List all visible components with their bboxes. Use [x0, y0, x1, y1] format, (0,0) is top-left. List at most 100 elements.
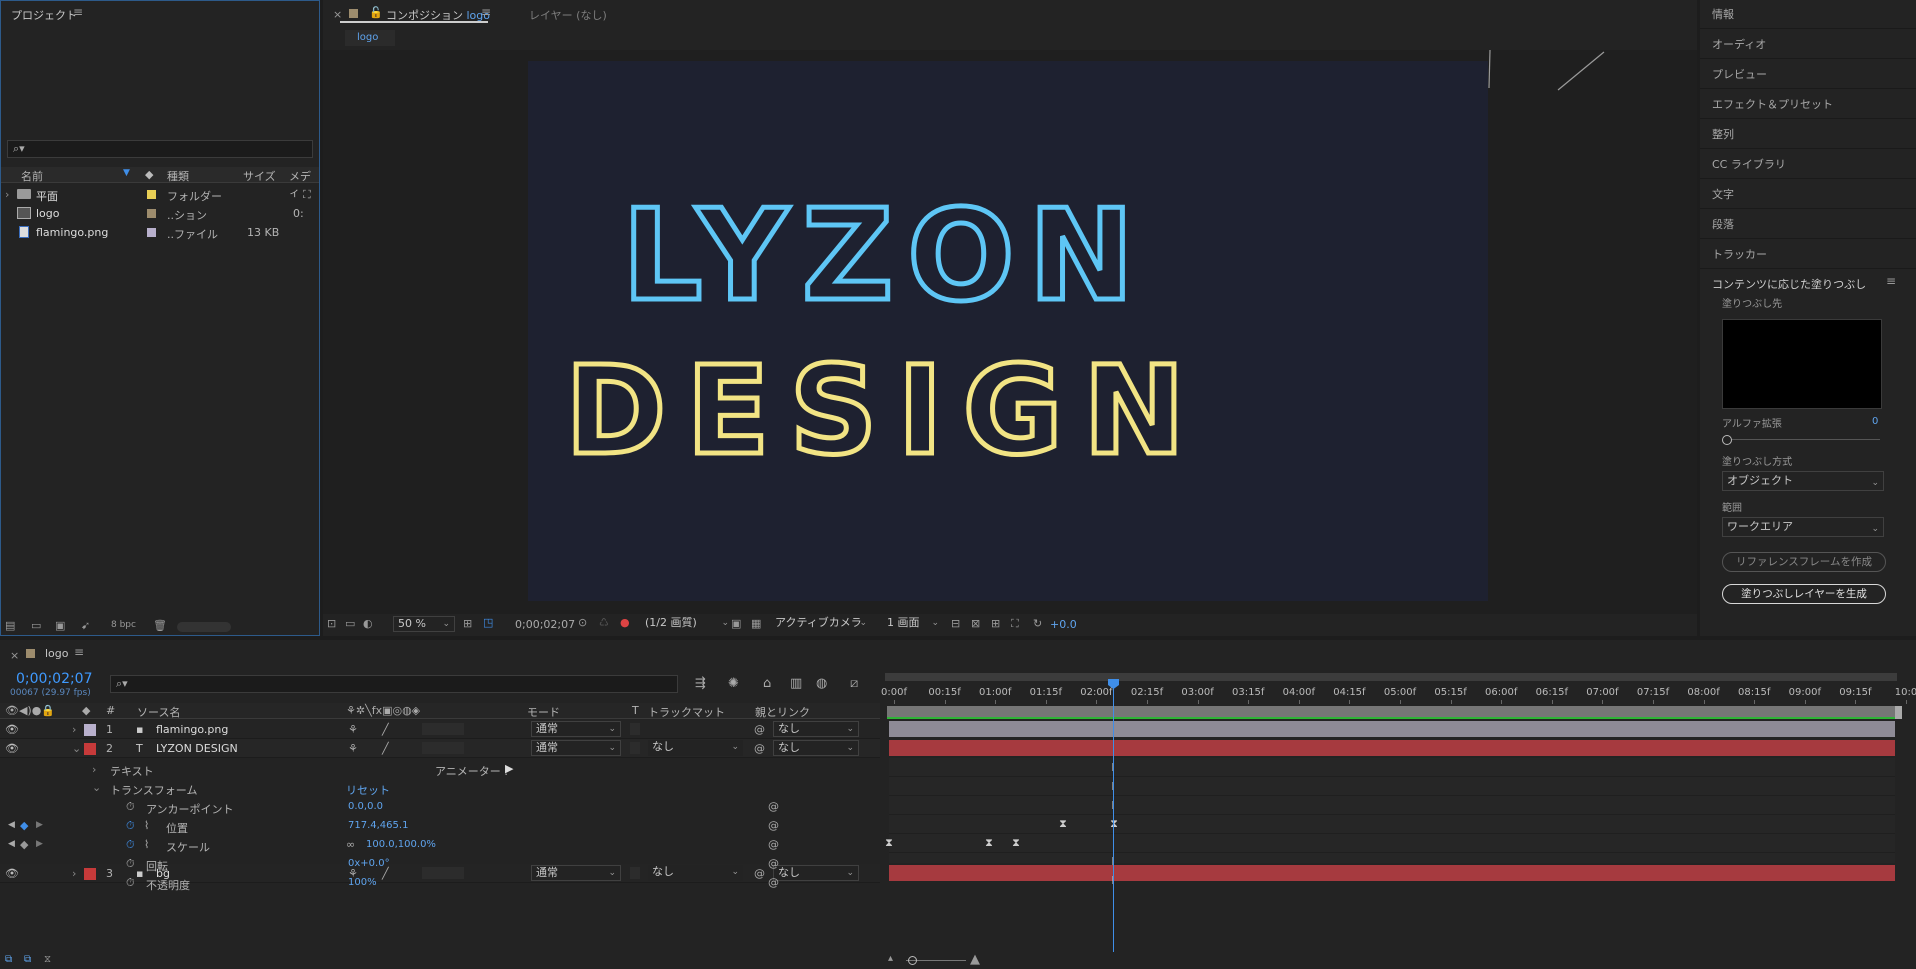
timeline-tab[interactable]: logo [45, 647, 69, 660]
right-panel-item[interactable]: トラッカー [1700, 240, 1916, 269]
track-matte-dropdown[interactable]: なし ⌄ [648, 740, 743, 756]
right-panel-item[interactable]: エフェクト＆プリセット [1700, 90, 1916, 119]
right-panel-item[interactable]: 段落 [1700, 210, 1916, 239]
flowchart-icon[interactable]: ⛶ [1011, 617, 1019, 631]
close-tab-icon[interactable]: × [10, 649, 19, 662]
label-color-swatch[interactable] [147, 228, 156, 237]
col-name[interactable]: 名前 [21, 168, 43, 184]
parent-dropdown[interactable]: なし ⌄ [773, 740, 859, 756]
col-track-matte[interactable]: トラックマット [648, 704, 725, 720]
label-color-swatch[interactable] [147, 190, 156, 199]
switch-boxes[interactable] [422, 742, 464, 754]
parent-dropdown[interactable]: なし ⌄ [773, 721, 859, 737]
motion-blur-icon[interactable]: ◍ [816, 676, 827, 691]
fast-preview-icon[interactable]: ⊠ [971, 617, 980, 630]
col-source-name[interactable]: ソース名 [137, 704, 180, 720]
layer-label-swatch[interactable] [84, 724, 96, 736]
visibility-eye-icon[interactable]: 👁 [5, 723, 19, 736]
expand-arrow-icon[interactable]: › [92, 763, 96, 776]
quality-switch-icon[interactable]: ╱ [382, 723, 389, 736]
project-title[interactable]: プロジェクト [11, 7, 77, 23]
zoom-out-icon[interactable]: ▴ [888, 953, 893, 964]
always-preview-icon[interactable]: ⊡ [327, 617, 336, 630]
graph-editor-icon[interactable]: ⧄ [850, 676, 858, 691]
pick-whip-icon[interactable]: @ [768, 876, 779, 889]
pick-whip-icon[interactable]: @ [754, 742, 765, 755]
property-value[interactable]: 100.0,100.0% [366, 839, 436, 850]
layer-viewer-tab[interactable]: レイヤー (なし) [529, 7, 607, 23]
expand-arrow-icon[interactable]: › [72, 723, 76, 736]
property-row[interactable]: ⏱ 回転 0x+0.0° @ [0, 855, 880, 874]
right-panel-item[interactable]: CC ライブラリ [1700, 150, 1916, 179]
transform-group-row[interactable]: ⌄ トランスフォーム リセット [0, 779, 880, 798]
bit-depth-button[interactable]: 8 bpc [111, 620, 136, 630]
timeline-search-input[interactable]: ⌕▾ [110, 675, 678, 693]
viewer-timecode[interactable]: 0;00;02;07 [515, 618, 575, 631]
region-of-interest-icon[interactable]: ▣ [731, 617, 741, 630]
camera-snapshot-icon[interactable]: ⊙ [578, 616, 587, 629]
expand-arrow-icon[interactable]: › [5, 188, 9, 201]
next-keyframe-icon[interactable]: ▶ [36, 839, 43, 849]
quality-switch-icon[interactable]: ╱ [382, 742, 389, 755]
property-row[interactable]: ◀ ◆ ▶ ⏱ ⌇ スケール ∞ 100.0,100.0% @ [0, 836, 880, 855]
current-time-indicator[interactable] [1113, 679, 1114, 969]
close-tab-icon[interactable]: × [333, 8, 342, 21]
transparency-grid-icon[interactable]: ▦ [751, 617, 761, 630]
next-keyframe-icon[interactable]: ▶ [36, 820, 43, 830]
shy-icon[interactable]: ⌂ [763, 676, 771, 691]
thumbnail-slider[interactable] [177, 622, 231, 632]
shy-switch-icon[interactable]: ⚘ [348, 723, 358, 736]
col-parent[interactable]: 親とリンク [755, 704, 810, 720]
work-area-end-handle[interactable] [1895, 706, 1902, 719]
property-value[interactable]: 0x+0.0° [348, 858, 390, 869]
right-panel-item[interactable]: プレビュー [1700, 60, 1916, 89]
panel-menu-icon[interactable]: ≡ [1886, 274, 1896, 288]
pick-whip-icon[interactable]: @ [768, 800, 779, 813]
right-panel-item[interactable]: 文字 [1700, 180, 1916, 209]
collapse-arrow-icon[interactable]: ⌄ [92, 781, 101, 794]
shy-switch-icon[interactable]: ⚘ [348, 742, 358, 755]
fill-panel-title[interactable]: コンテンツに応じた塗りつぶし [1712, 276, 1866, 292]
range-dropdown[interactable]: ワークエリア ⌄ [1722, 517, 1884, 537]
stopwatch-icon[interactable]: ⏱ [126, 800, 135, 814]
switch-boxes[interactable] [422, 723, 464, 735]
layer-bar-lyzon-design[interactable] [889, 740, 1895, 756]
timeline-icon[interactable]: ⊞ [991, 617, 1000, 630]
new-composition-icon[interactable]: ▣ [55, 619, 65, 632]
expand-arrow-icon[interactable]: ⌄ [72, 742, 81, 755]
comp-breadcrumb[interactable]: logo [345, 30, 395, 46]
panel-menu-icon[interactable]: ≡ [74, 645, 84, 659]
layer-switches-icon[interactable]: ⚘✲╲fx▣◎◍◈ [346, 704, 420, 717]
generate-fill-layer-button[interactable]: 塗りつぶしレイヤーを生成 [1722, 584, 1886, 604]
composition-mini-flowchart-icon[interactable]: ⇶ [695, 676, 706, 691]
layer-bar-bg[interactable] [889, 865, 1895, 881]
project-item[interactable]: › 平面 フォルダー ⛶ [1, 186, 319, 204]
trash-icon[interactable]: 🗑 [153, 619, 167, 632]
fill-method-dropdown[interactable]: オブジェクト ⌄ [1722, 471, 1884, 491]
property-row[interactable]: ⏱ 不透明度 100% @ [0, 874, 880, 893]
panel-menu-icon[interactable]: ≡ [73, 5, 83, 19]
stopwatch-icon[interactable]: ⏱ [126, 819, 135, 833]
col-t[interactable]: T [632, 704, 639, 717]
blend-mode-dropdown[interactable]: 通常 ⌄ [531, 721, 621, 737]
property-row[interactable]: ◀ ◆ ▶ ⏱ ⌇ 位置 717.4,465.1 @ [0, 817, 880, 836]
property-row[interactable]: ⏱ アンカーポイント 0.0,0.0 @ [0, 798, 880, 817]
new-folder-icon[interactable]: ▭ [31, 619, 41, 632]
keyframe-toggle-icon[interactable]: ◆ [20, 838, 28, 851]
adjust-icon[interactable]: ➹ [81, 619, 90, 632]
layer-bar-flamingo[interactable] [889, 721, 1895, 737]
label-color-swatch[interactable] [147, 209, 156, 218]
layer-row[interactable]: 👁 ⌄ 2 T LYZON DESIGN ⚘ ╱ 通常 ⌄ なし ⌄ @ なし ⌄ [0, 739, 880, 758]
work-area-range[interactable] [887, 706, 1897, 717]
camera-dropdown[interactable]: アクティブカメラ ⌄ [771, 616, 871, 632]
flowchart-icon[interactable]: ⛶ [303, 188, 311, 202]
resolution-dropdown[interactable]: (1/2 画質) ⌄ [641, 616, 733, 632]
right-panel-item[interactable]: 情報 [1700, 0, 1916, 29]
panel-menu-icon[interactable]: ≡ [481, 5, 491, 19]
graph-icon[interactable]: ⌇ [144, 838, 149, 851]
stopwatch-icon[interactable]: ⏱ [126, 838, 135, 852]
color-channel-icon[interactable]: ● [620, 616, 630, 629]
keyframe-icon[interactable]: ⧗ [1110, 817, 1118, 831]
alpha-slider-track[interactable] [1726, 439, 1880, 440]
composition-canvas[interactable]: LYZON DESIGN [528, 61, 1488, 601]
